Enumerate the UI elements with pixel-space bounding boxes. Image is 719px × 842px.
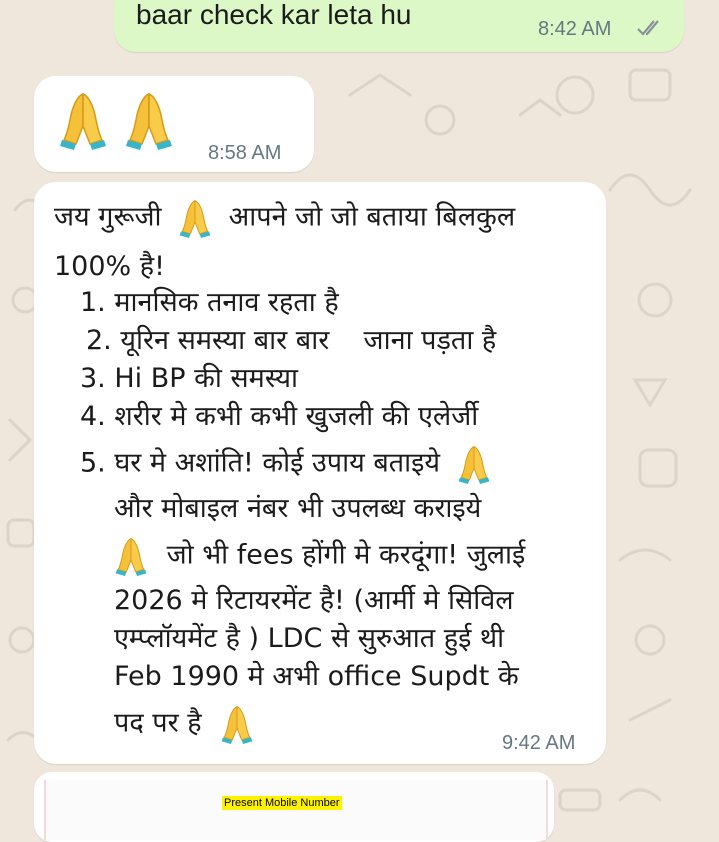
message-line: और मोबाइल नंबर भी उपलब्ध कराइये [114,493,482,524]
message-time: 8:58 AM [208,142,282,164]
highlighted-label: Present Mobile Number [222,796,342,810]
folded-hands-icon [178,198,212,238]
list-item: 2. यूरिन समस्या बार बार जाना पड़ता है [86,325,497,356]
folded-hands-icon [60,90,106,150]
image-attachment[interactable]: Present Mobile Number [44,780,548,840]
folded-hands-icon [457,444,491,484]
message-text: baar check kar leta hu [136,0,412,30]
message-line: एम्प्लॉयमेंट है ) LDC से सुरुआत हुई थी [114,623,505,654]
folded-hands-icon [220,704,254,744]
list-item: 1. मानसिक तनाव रहता है [80,287,339,318]
message-line: पद पर है [114,704,254,744]
list-item: 4. शरीर मे कभी कभी खुजली की एलेर्जी [80,401,479,432]
list-item: 3. Hi BP की समस्या [80,363,298,394]
message-line: 100% है! [54,251,165,282]
message-line: जय गुरूजी आपने जो जो बताया बिलकुल [54,198,515,238]
message-line: जो भी fees होंगी मे करदूंगा! जुलाई [114,536,525,576]
message-bubble-incoming[interactable]: 8:58 AM [34,76,314,172]
message-line: Feb 1990 मे अभी office Supdt के [114,661,519,692]
message-line: 2026 मे रिटायरमेंट है! (आर्मी मे सिविल [114,585,514,616]
read-ticks-icon [637,20,659,36]
folded-hands-icon [114,536,148,576]
message-time: 9:42 AM [502,732,576,754]
message-time: 8:42 AM [538,18,612,40]
folded-hands-icon [126,90,172,150]
folded-hands-emoji-pair [60,90,172,150]
list-item: 5. घर मे अशांति! कोई उपाय बताइये [80,444,491,484]
message-bubble-incoming-image[interactable]: Present Mobile Number [34,772,554,842]
message-bubble-outgoing[interactable]: baar check kar leta hu 8:42 AM [114,0,684,52]
message-bubble-incoming[interactable]: जय गुरूजी आपने जो जो बताया बिलकुल 100% ह… [34,182,606,764]
